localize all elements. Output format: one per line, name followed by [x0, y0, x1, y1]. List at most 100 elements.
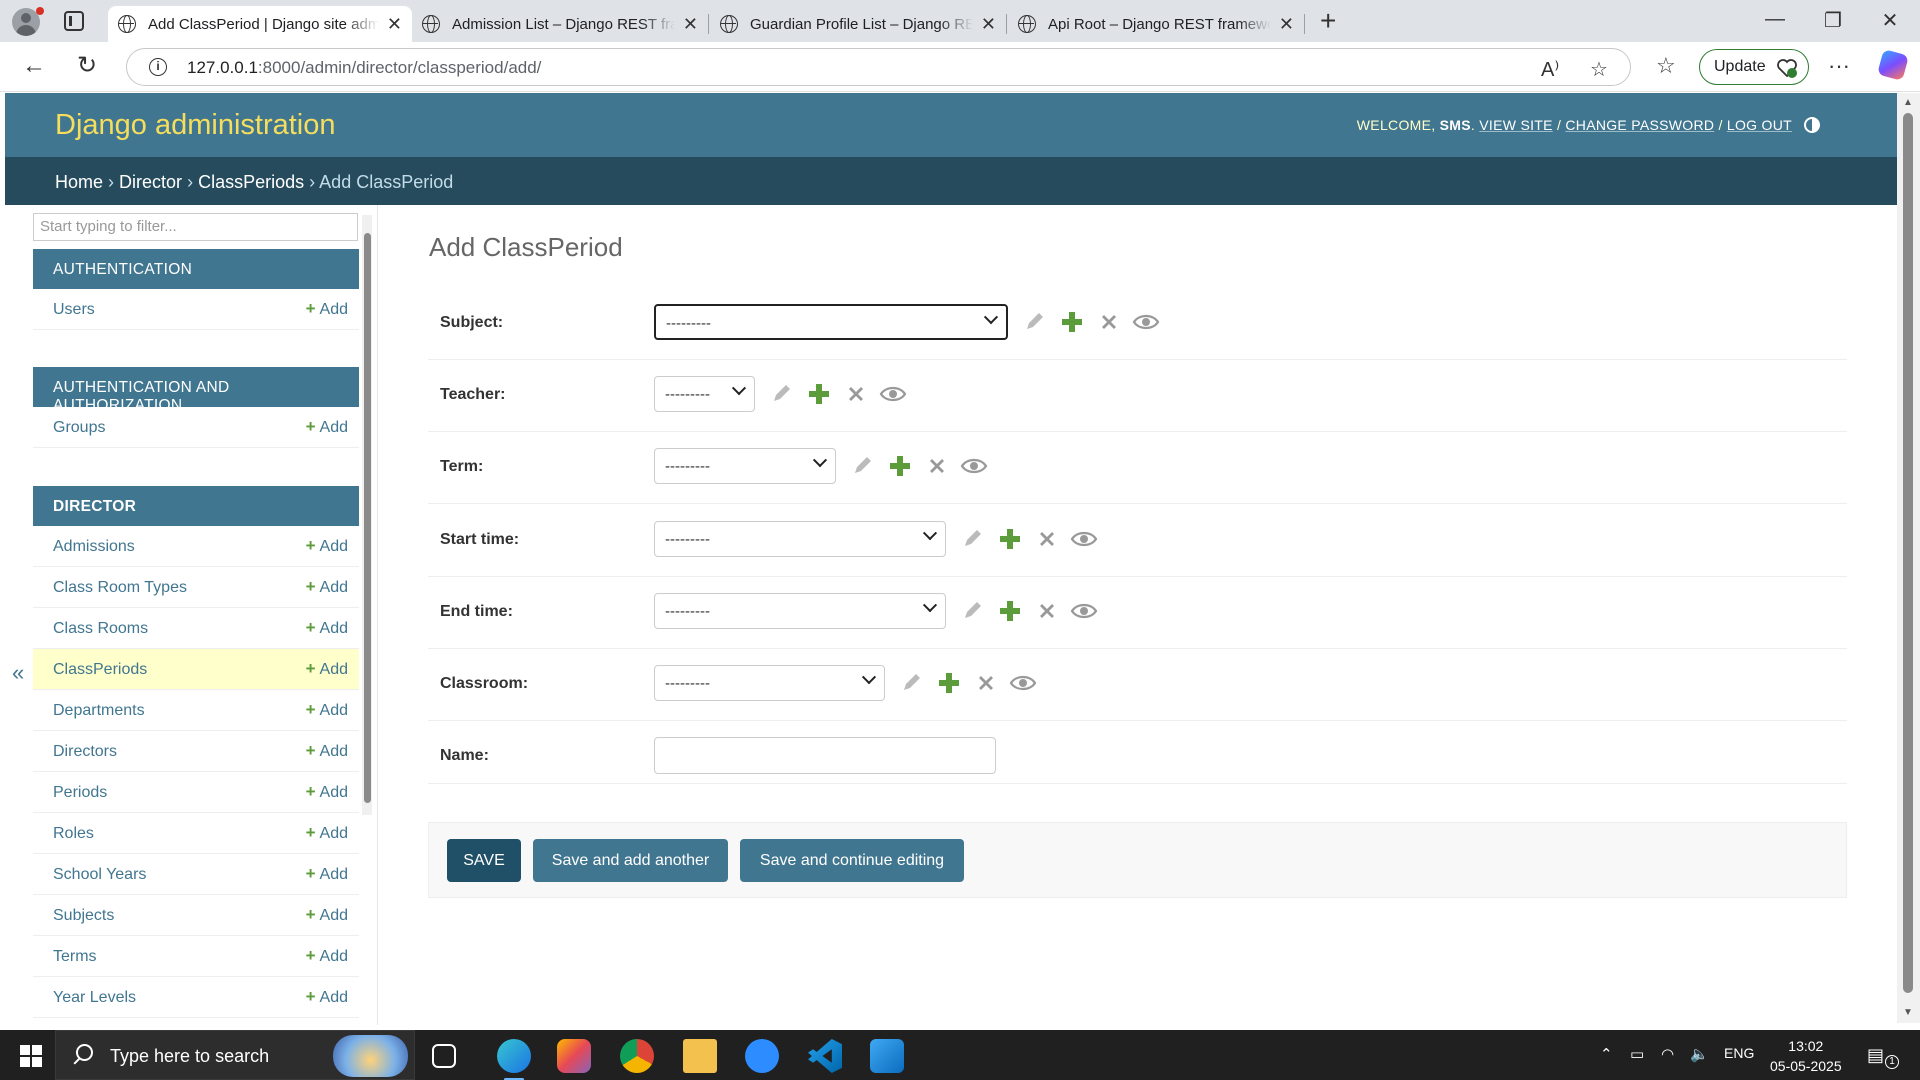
end-time-select[interactable]: ---------: [654, 593, 946, 629]
sidebar-item-roles[interactable]: Roles + Add: [33, 813, 359, 854]
delete-related-x-icon[interactable]: [1032, 524, 1062, 554]
teacher-select[interactable]: ---------: [654, 376, 755, 412]
notification-icon[interactable]: ▤: [1867, 1045, 1884, 1066]
show-hidden-icons-chevron-icon[interactable]: ⌃: [1600, 1045, 1613, 1063]
new-tab-button[interactable]: +: [1320, 6, 1336, 36]
edit-related-pencil-icon[interactable]: [957, 524, 987, 554]
tab-actions-icon[interactable]: [64, 11, 84, 31]
view-related-eye-icon[interactable]: [1069, 524, 1099, 554]
save-button[interactable]: SAVE: [447, 839, 521, 882]
windows-start-icon[interactable]: [20, 1045, 42, 1067]
edit-related-pencil-icon[interactable]: [766, 379, 796, 409]
edit-related-pencil-icon[interactable]: [957, 596, 987, 626]
task-view-icon[interactable]: [432, 1044, 456, 1068]
close-tab-icon[interactable]: ✕: [1279, 14, 1294, 35]
scroll-down-arrow-icon[interactable]: ▼: [1903, 1007, 1913, 1018]
add-link[interactable]: + Add: [306, 618, 348, 638]
module-caption-authentication[interactable]: AUTHENTICATION: [33, 249, 359, 289]
breadcrumb-app[interactable]: Director: [119, 172, 182, 192]
page-scrollbar[interactable]: ▲ ▼: [1897, 93, 1920, 1023]
sidebar-item-class-room-types[interactable]: Class Room Types + Add: [33, 567, 359, 608]
url-text[interactable]: 127.0.0.1:8000/admin/director/classperio…: [187, 58, 541, 78]
minimize-icon[interactable]: —: [1760, 8, 1790, 31]
view-related-eye-icon[interactable]: [1069, 596, 1099, 626]
battery-icon[interactable]: ▭: [1630, 1045, 1644, 1063]
browser-tab-active[interactable]: Add ClassPeriod | Django site admin ✕: [108, 6, 412, 42]
sidebar-item-class-rooms[interactable]: Class Rooms + Add: [33, 608, 359, 649]
address-bar[interactable]: i 127.0.0.1:8000/admin/director/classper…: [126, 48, 1631, 86]
browser-tab[interactable]: Guardian Profile List – Django REST fram…: [710, 6, 1006, 42]
add-related-plus-icon[interactable]: [885, 451, 915, 481]
sidebar-item-terms[interactable]: Terms + Add: [33, 936, 359, 977]
add-link[interactable]: + Add: [306, 700, 348, 720]
refresh-icon[interactable]: ↻: [77, 52, 97, 80]
sidebar-item-users[interactable]: Users + Add: [33, 289, 359, 330]
more-options-icon[interactable]: ···: [1828, 53, 1850, 79]
browser-tab[interactable]: Admission List – Django REST framework ✕: [412, 6, 708, 42]
taskbar-clock[interactable]: 13:02 05-05-2025: [1770, 1036, 1842, 1076]
delete-related-x-icon[interactable]: [971, 668, 1001, 698]
add-link[interactable]: + Add: [306, 299, 348, 319]
scroll-up-arrow-icon[interactable]: ▲: [1903, 97, 1913, 108]
add-link[interactable]: + Add: [306, 782, 348, 802]
edit-related-pencil-icon[interactable]: [847, 451, 877, 481]
theme-toggle-icon[interactable]: [1804, 117, 1820, 133]
toggle-sidebar-button[interactable]: «: [12, 660, 24, 686]
read-aloud-icon[interactable]: A⁾: [1541, 57, 1559, 82]
sidebar-item-admissions[interactable]: Admissions + Add: [33, 526, 359, 567]
add-link[interactable]: + Add: [306, 864, 348, 884]
add-link[interactable]: + Add: [306, 577, 348, 597]
network-icon[interactable]: ◠: [1661, 1045, 1674, 1063]
log-out-link[interactable]: LOG OUT: [1727, 117, 1792, 133]
site-info-icon[interactable]: i: [149, 58, 167, 76]
update-button[interactable]: Update: [1699, 49, 1809, 85]
volume-icon[interactable]: 🔈: [1690, 1045, 1709, 1063]
add-link[interactable]: + Add: [306, 417, 348, 437]
name-input[interactable]: [654, 737, 996, 774]
browser-tab[interactable]: Api Root – Django REST framework ✕: [1008, 6, 1304, 42]
sidebar-item-school-years[interactable]: School Years + Add: [33, 854, 359, 895]
close-window-icon[interactable]: ✕: [1875, 8, 1905, 33]
subject-select[interactable]: ---------: [654, 304, 1008, 340]
add-link[interactable]: + Add: [306, 987, 348, 1007]
sidebar-item-periods[interactable]: Periods + Add: [33, 772, 359, 813]
language-indicator[interactable]: ENG: [1724, 1045, 1754, 1061]
delete-related-x-icon[interactable]: [1094, 307, 1124, 337]
add-link[interactable]: + Add: [306, 536, 348, 556]
sidebar-item-groups[interactable]: Groups + Add: [33, 407, 359, 448]
add-related-plus-icon[interactable]: [995, 524, 1025, 554]
close-tab-icon[interactable]: ✕: [387, 14, 402, 35]
view-related-eye-icon[interactable]: [1008, 668, 1038, 698]
breadcrumb-home[interactable]: Home: [55, 172, 103, 192]
add-link[interactable]: + Add: [306, 823, 348, 843]
add-link[interactable]: + Add: [306, 946, 348, 966]
change-password-link[interactable]: CHANGE PASSWORD: [1565, 117, 1714, 133]
taskbar-search[interactable]: Type here to search: [55, 1030, 415, 1080]
sidebar-item-departments[interactable]: Departments + Add: [33, 690, 359, 731]
edit-related-pencil-icon[interactable]: [896, 668, 926, 698]
photos-app-icon[interactable]: [870, 1039, 904, 1073]
favorites-icon[interactable]: ☆: [1656, 53, 1676, 79]
view-site-link[interactable]: VIEW SITE: [1479, 117, 1553, 133]
view-related-eye-icon[interactable]: [878, 379, 908, 409]
delete-related-x-icon[interactable]: [841, 379, 871, 409]
start-time-select[interactable]: ---------: [654, 521, 946, 557]
add-related-plus-icon[interactable]: [1057, 307, 1087, 337]
sidebar-filter-input[interactable]: Start typing to filter...: [33, 213, 358, 241]
save-and-continue-button[interactable]: Save and continue editing: [740, 839, 964, 882]
scrollbar-thumb[interactable]: [1903, 113, 1913, 993]
restore-icon[interactable]: ❐: [1818, 8, 1848, 33]
zoom-icon[interactable]: [745, 1039, 779, 1073]
edit-related-pencil-icon[interactable]: [1019, 307, 1049, 337]
breadcrumb-model[interactable]: ClassPeriods: [198, 172, 304, 192]
save-and-add-another-button[interactable]: Save and add another: [533, 839, 728, 882]
delete-related-x-icon[interactable]: [922, 451, 952, 481]
sidebar-scrollbar[interactable]: [362, 215, 372, 815]
sidebar-item-year-levels[interactable]: Year Levels + Add: [33, 977, 359, 1018]
view-related-eye-icon[interactable]: [1131, 307, 1161, 337]
view-related-eye-icon[interactable]: [959, 451, 989, 481]
add-related-plus-icon[interactable]: [934, 668, 964, 698]
delete-related-x-icon[interactable]: [1032, 596, 1062, 626]
add-link[interactable]: + Add: [306, 905, 348, 925]
module-caption-auth[interactable]: AUTHENTICATION AND AUTHORIZATION: [33, 367, 359, 414]
